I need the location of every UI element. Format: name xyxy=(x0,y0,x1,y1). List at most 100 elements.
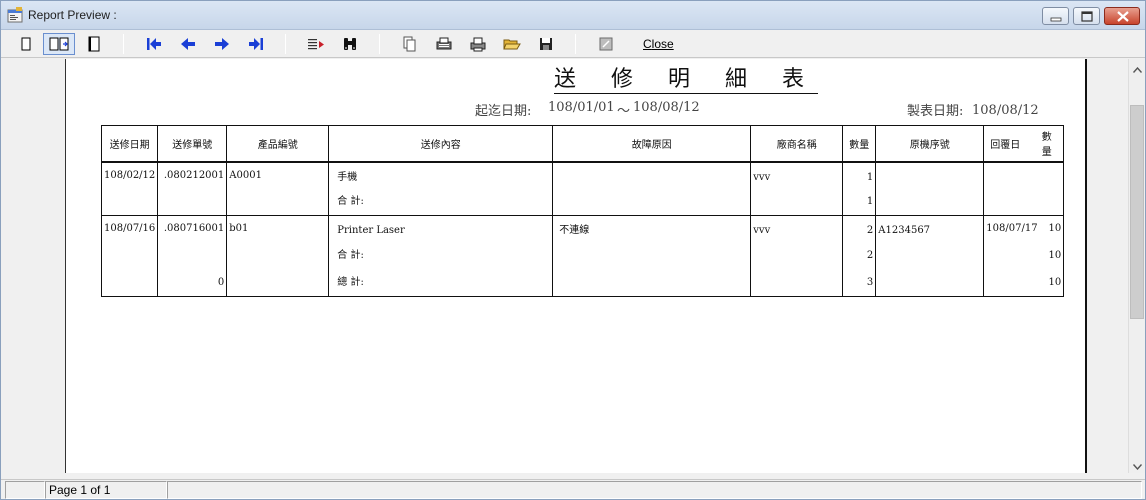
cell-subtotal-qty: 2 xyxy=(842,242,877,270)
page-info: Page 1 of 1 xyxy=(45,481,167,499)
col-header: 故障原因 xyxy=(552,125,752,163)
table-row: 0 總 計: 3 10 xyxy=(100,269,1065,297)
print-button[interactable] xyxy=(467,33,489,55)
col-header: 原機序號 xyxy=(875,125,985,163)
one-page-button[interactable] xyxy=(15,33,37,55)
printer-setup-icon xyxy=(435,36,453,52)
two-page-icon xyxy=(47,36,71,52)
report-title: 送 修 明 細 表 xyxy=(554,67,818,94)
maximize-button[interactable] xyxy=(1073,7,1100,25)
cell-content: 手機 xyxy=(328,161,554,189)
date-from: 108/01/01 xyxy=(548,100,615,115)
print-date-label: 製表日期: xyxy=(907,104,964,119)
open-button[interactable] xyxy=(501,33,523,55)
cell-product: b01 xyxy=(226,215,330,243)
cell-content: Printer Laser xyxy=(328,215,554,243)
two-page-button[interactable] xyxy=(43,33,75,55)
goto-page-button[interactable] xyxy=(304,33,328,55)
toolbar-separator xyxy=(285,34,286,54)
save-button[interactable] xyxy=(535,33,557,55)
print-setup-button[interactable] xyxy=(433,33,455,55)
chevron-up-icon xyxy=(1132,58,1142,77)
table-row: 108/07/16 .080716001 b01 Printer Laser 不… xyxy=(100,215,1065,243)
cell-vendor: vvv xyxy=(750,161,844,189)
date-range-label: 起迄日期: xyxy=(475,104,532,119)
cell-total-qty: 3 xyxy=(842,269,877,297)
first-page-icon xyxy=(145,36,163,52)
cell-reply-date xyxy=(983,161,1040,189)
table-row: 合 計: 1 xyxy=(100,188,1065,216)
status-bar: Page 1 of 1 xyxy=(1,479,1145,499)
chevron-down-icon xyxy=(1132,455,1142,474)
preview-area[interactable]: 送 修 明 細 表 起迄日期: 108/01/01 ～ 108/08/12 製表… xyxy=(1,59,1128,473)
printer-icon xyxy=(469,36,487,52)
cell-order-no: .080212001 xyxy=(157,161,228,189)
cell-subtotal-reply-qty: 10 xyxy=(1039,242,1065,270)
cell-serial xyxy=(875,161,985,189)
minimize-button[interactable] xyxy=(1042,7,1069,25)
copy-button[interactable] xyxy=(398,33,420,55)
cell-subtotal-label: 合 計: xyxy=(328,188,554,216)
cell-product: A0001 xyxy=(226,161,330,189)
first-page-button[interactable] xyxy=(143,33,165,55)
whole-page-icon xyxy=(86,36,102,52)
find-button[interactable] xyxy=(339,33,361,55)
title-bar[interactable]: Report Preview : xyxy=(1,1,1145,30)
col-header: 回覆日 xyxy=(983,125,1040,163)
vertical-scrollbar[interactable] xyxy=(1128,59,1145,473)
col-header: 送修單號 xyxy=(157,125,228,163)
whole-page-button[interactable] xyxy=(83,33,105,55)
prev-page-button[interactable] xyxy=(177,33,199,55)
cell-vendor: vvv xyxy=(750,215,844,243)
app-icon xyxy=(7,7,23,23)
status-cell-blank xyxy=(5,481,45,499)
window-close-button[interactable] xyxy=(1104,7,1140,25)
status-cell-message xyxy=(167,481,1142,499)
scroll-up-button[interactable] xyxy=(1129,59,1145,75)
table-row: 合 計: 2 10 xyxy=(100,242,1065,270)
folder-open-icon xyxy=(503,36,521,52)
toolbar-separator xyxy=(123,34,124,54)
scroll-down-button[interactable] xyxy=(1129,456,1145,472)
export-button[interactable] xyxy=(595,33,617,55)
cell-qty: 2 xyxy=(842,215,877,243)
copy-icon xyxy=(401,36,417,52)
cell-date: 108/07/16 xyxy=(100,215,159,243)
date-to: 108/08/12 xyxy=(633,100,700,115)
goto-page-icon xyxy=(306,36,326,52)
next-page-button[interactable] xyxy=(211,33,233,55)
toolbar: Close xyxy=(1,30,1145,58)
cell-qty: 1 xyxy=(842,161,877,189)
single-page-icon xyxy=(18,36,34,52)
window-title: Report Preview : xyxy=(28,8,117,22)
cell-subtotal-qty: 1 xyxy=(842,188,877,216)
toolbar-separator xyxy=(575,34,576,54)
company-name-cropped xyxy=(536,59,746,61)
col-header: 產品編號 xyxy=(226,125,330,163)
cell-serial: A1234567 xyxy=(875,215,985,243)
col-header: 廠商名稱 xyxy=(750,125,844,163)
table-header: 送修日期 送修單號 產品編號 送修內容 故障原因 廠商名稱 數量 原機序號 回覆… xyxy=(100,125,1065,163)
toolbar-separator xyxy=(379,34,380,54)
cell-order-count: 0 xyxy=(157,269,228,297)
col-header: 數量 xyxy=(1039,125,1065,163)
cell-reply-qty: 10 xyxy=(1039,215,1065,243)
cell-date: 108/02/12 xyxy=(100,161,159,189)
binoculars-icon xyxy=(341,36,359,52)
floppy-disk-icon xyxy=(538,36,554,52)
export-icon xyxy=(598,36,614,52)
last-page-button[interactable] xyxy=(245,33,267,55)
cell-subtotal-reply-qty xyxy=(1039,188,1065,216)
report-preview-window: Report Preview : Close 送 修 明 細 表 起迄日期: 1… xyxy=(0,0,1146,500)
prev-page-icon xyxy=(179,36,197,52)
close-button[interactable]: Close xyxy=(643,37,674,51)
next-page-icon xyxy=(213,36,231,52)
print-date: 108/08/12 xyxy=(972,103,1039,118)
date-separator: ～ xyxy=(617,104,631,119)
col-header: 送修日期 xyxy=(100,125,159,163)
last-page-icon xyxy=(247,36,265,52)
cell-reason xyxy=(552,161,752,189)
col-header: 送修內容 xyxy=(328,125,554,163)
cell-reply-qty xyxy=(1039,161,1065,189)
scrollbar-thumb[interactable] xyxy=(1130,105,1144,319)
